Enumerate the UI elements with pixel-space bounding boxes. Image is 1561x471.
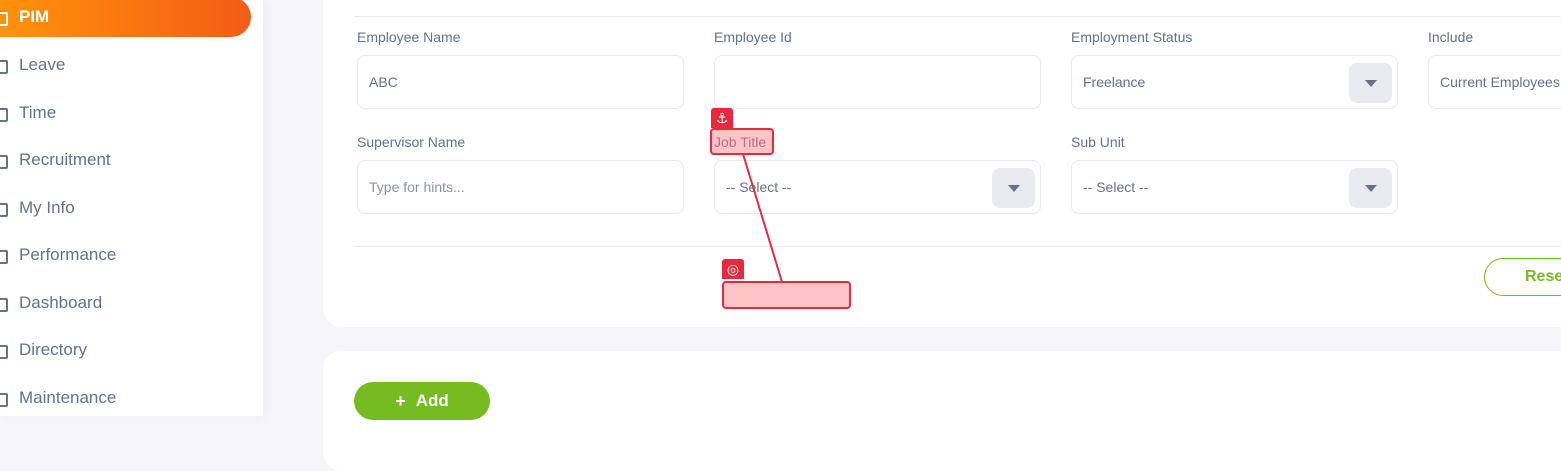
time-icon [0, 108, 8, 122]
include-value: Current Employees [1440, 74, 1560, 90]
job-title-select[interactable]: -- Select -- [714, 160, 1041, 214]
caret-down-icon [1364, 184, 1377, 192]
job-title-value: -- Select -- [726, 179, 792, 195]
reset-button-label: Reset [1525, 268, 1561, 285]
employment-status-select[interactable]: Freelance [1071, 55, 1398, 109]
sidebar-item-label: My Info [19, 198, 75, 217]
sub-unit-select[interactable]: -- Select -- [1071, 160, 1398, 214]
plus-icon: + [395, 390, 406, 411]
supervisor-name-input[interactable]: Type for hints... [357, 160, 684, 214]
include-label: Include [1428, 29, 1474, 45]
pim-icon [0, 12, 8, 26]
sidebar-item-my-info[interactable]: My Info [0, 188, 251, 228]
anchor-icon: ⚓ [711, 108, 733, 128]
sidebar: PIM Leave Time Recruitment My Info Perfo… [0, 0, 263, 416]
employee-id-input[interactable] [714, 55, 1041, 109]
supervisor-name-label: Supervisor Name [357, 134, 466, 150]
dashboard-icon [0, 298, 8, 312]
performance-icon [0, 250, 8, 264]
caret-down-icon [1007, 184, 1020, 192]
target-highlight-box [722, 281, 851, 309]
employee-list-card [323, 351, 1561, 471]
caret-down-icon [1364, 79, 1377, 87]
anchor-highlight-box [710, 128, 774, 155]
sub-unit-dropdown-button[interactable] [1349, 168, 1392, 208]
add-button-label: Add [415, 391, 449, 410]
employee-id-label: Employee Id [714, 29, 792, 45]
sidebar-item-label: Recruitment [19, 150, 111, 169]
sidebar-item-label: Leave [19, 55, 66, 74]
include-select[interactable]: Current Employees [1428, 55, 1561, 109]
employee-name-value: ABC [369, 74, 398, 90]
employment-status-dropdown-button[interactable] [1349, 63, 1392, 103]
sidebar-item-label: Time [19, 103, 57, 122]
job-title-dropdown-button[interactable] [992, 168, 1035, 208]
sidebar-item-leave[interactable]: Leave [0, 45, 251, 85]
sidebar-item-recruitment[interactable]: Recruitment [0, 140, 251, 180]
sidebar-item-label: Directory [19, 340, 88, 359]
filter-top-divider [354, 16, 1561, 17]
sidebar-item-time[interactable]: Time [0, 93, 251, 133]
sidebar-item-label: Dashboard [19, 293, 103, 312]
target-glyph: ◎ [726, 260, 740, 277]
maintenance-icon [0, 393, 8, 407]
sidebar-item-performance[interactable]: Performance [0, 235, 251, 275]
filter-bottom-divider [354, 246, 1561, 247]
sidebar-item-maintenance[interactable]: Maintenance [0, 378, 251, 418]
target-icon: ◎ [722, 259, 744, 279]
sub-unit-value: -- Select -- [1083, 179, 1149, 195]
sub-unit-label: Sub Unit [1071, 134, 1125, 150]
my-info-icon [0, 203, 8, 217]
employee-name-input[interactable]: ABC [357, 55, 684, 109]
sidebar-item-label: PIM [19, 7, 50, 26]
sidebar-item-pim[interactable]: PIM [0, 0, 251, 37]
recruitment-icon [0, 155, 8, 169]
supervisor-name-placeholder: Type for hints... [369, 179, 465, 195]
sidebar-item-dashboard[interactable]: Dashboard [0, 283, 251, 323]
directory-icon [0, 345, 8, 359]
add-employee-button[interactable]: + Add [354, 382, 490, 420]
reset-button[interactable]: Reset [1484, 258, 1561, 296]
employment-status-label: Employment Status [1071, 29, 1193, 45]
employment-status-value: Freelance [1083, 74, 1146, 90]
sidebar-item-label: Maintenance [19, 388, 117, 407]
sidebar-item-directory[interactable]: Directory [0, 330, 251, 370]
employee-name-label: Employee Name [357, 29, 461, 45]
leave-icon [0, 60, 8, 74]
anchor-glyph: ⚓ [715, 109, 729, 126]
sidebar-item-label: Performance [19, 245, 117, 264]
